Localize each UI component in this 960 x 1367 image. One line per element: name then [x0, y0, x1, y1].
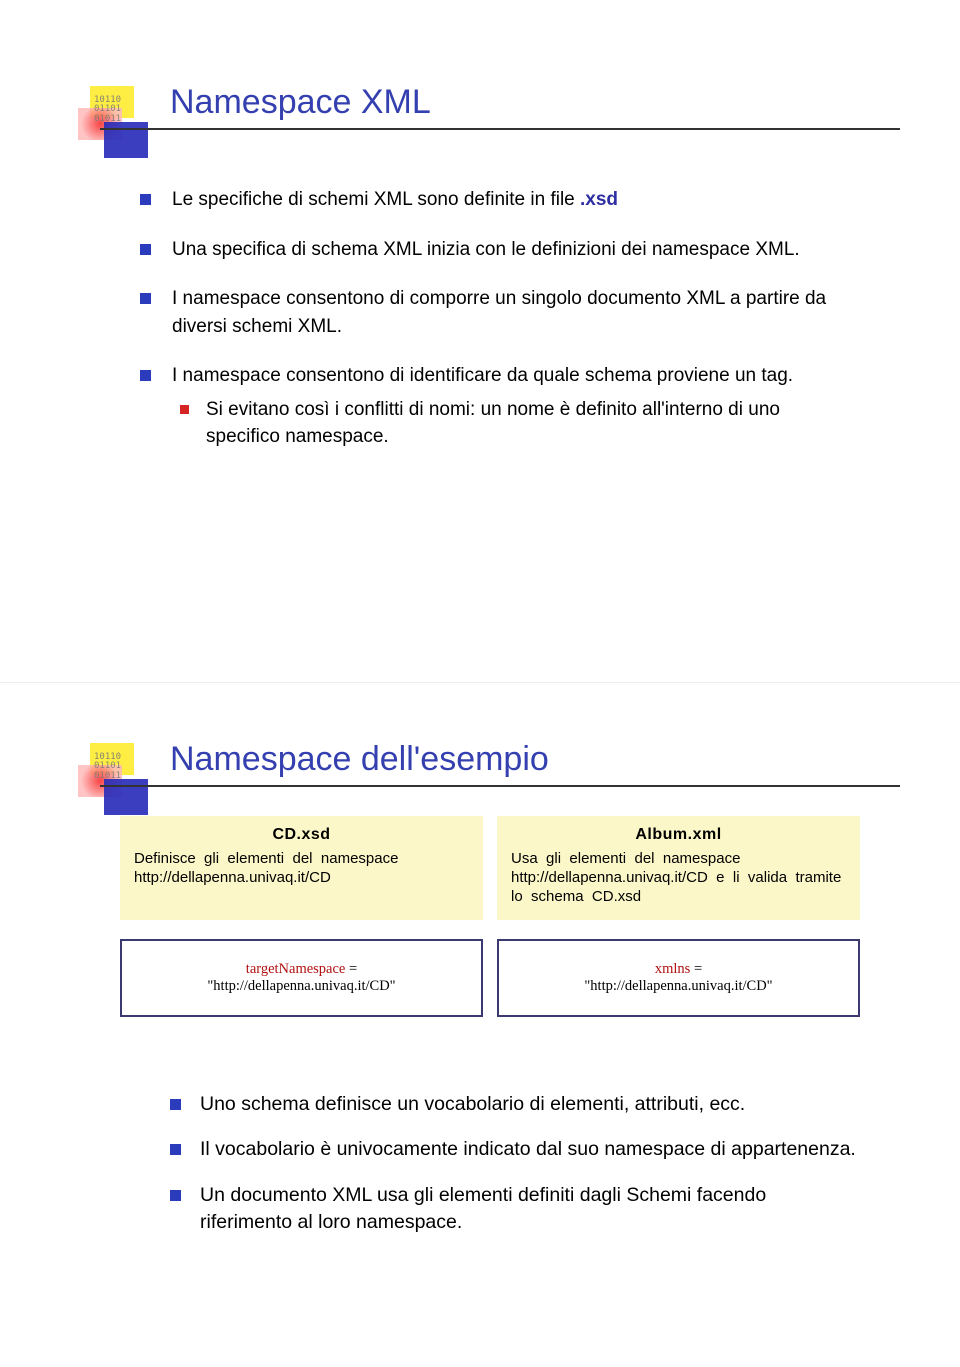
slide-2: 10110 01101 01011 Namespace dell'esempio…: [0, 683, 960, 1366]
nested-item: Si evitano così i conflitti di nomi: un …: [172, 396, 850, 451]
code-box-row: targetNamespace = "http://dellapenna.uni…: [120, 939, 860, 1017]
title-rule: [100, 128, 900, 130]
code-box-right: xmlns = "http://dellapenna.univaq.it/CD": [497, 939, 860, 1017]
bullet-text: Un documento XML usa gli elementi defini…: [200, 1184, 766, 1233]
nested-list: Si evitano così i conflitti di nomi: un …: [172, 396, 850, 451]
box-header: CD.xsd: [134, 826, 469, 844]
bullet-text: Uno schema definisce un vocabolario di e…: [200, 1093, 745, 1115]
bullet-text: Le specifiche di schemi XML sono definit…: [172, 189, 580, 210]
code-eq: =: [345, 961, 357, 977]
box-desc: Definisce gli elementi del namespace htt…: [134, 850, 398, 886]
logo-digits: 10110 01101 01011: [94, 96, 121, 124]
slide-title: Namespace dell'esempio: [170, 740, 549, 779]
code-keyword: targetNamespace: [246, 961, 346, 977]
bullet-item: Uno schema definisce un vocabolario di e…: [170, 1091, 860, 1118]
bullet-item: Un documento XML usa gli elementi defini…: [170, 1182, 860, 1237]
bullet-item: I namespace consentono di identificare d…: [140, 362, 850, 451]
bullet-item: I namespace consentono di comporre un si…: [140, 285, 850, 340]
code-eq: =: [690, 961, 702, 977]
bullet-item: Una specifica di schema XML inizia con l…: [140, 236, 850, 264]
slide-title: Namespace XML: [170, 83, 431, 122]
bold-text: .xsd: [580, 189, 618, 210]
bullet-text: I namespace consentono di comporre un si…: [172, 288, 826, 337]
box-album-xml: Album.xml Usa gli elementi del namespace…: [497, 816, 860, 920]
box-header: Album.xml: [511, 826, 846, 844]
logo-decoration: 10110 01101 01011: [78, 86, 158, 176]
bullet-text: Una specifica di schema XML inizia con l…: [172, 239, 800, 260]
bullet-item: Il vocabolario è univocamente indicato d…: [170, 1136, 860, 1163]
bullet-text: Si evitano così i conflitti di nomi: un …: [206, 399, 780, 448]
logo-digits: 10110 01101 01011: [94, 753, 121, 781]
code-keyword: xmlns: [655, 961, 690, 977]
bullet-item: Le specifiche di schemi XML sono definit…: [140, 186, 850, 214]
slide-1: 10110 01101 01011 Namespace XML Le speci…: [0, 0, 960, 683]
code-value: "http://dellapenna.univaq.it/CD": [584, 978, 772, 994]
bullet-text: I namespace consentono di identificare d…: [172, 365, 793, 386]
bullet-list: Le specifiche di schemi XML sono definit…: [140, 186, 850, 473]
title-rule: [100, 785, 900, 787]
bullet-text: Il vocabolario è univocamente indicato d…: [200, 1138, 856, 1160]
code-value: "http://dellapenna.univaq.it/CD": [207, 978, 395, 994]
bullet-list: Uno schema definisce un vocabolario di e…: [170, 1091, 860, 1254]
yellow-box-row: CD.xsd Definisce gli elementi del namesp…: [120, 816, 860, 920]
box-desc: Usa gli elementi del namespace http://de…: [511, 850, 841, 905]
code-box-left: targetNamespace = "http://dellapenna.uni…: [120, 939, 483, 1017]
box-cd-xsd: CD.xsd Definisce gli elementi del namesp…: [120, 816, 483, 920]
